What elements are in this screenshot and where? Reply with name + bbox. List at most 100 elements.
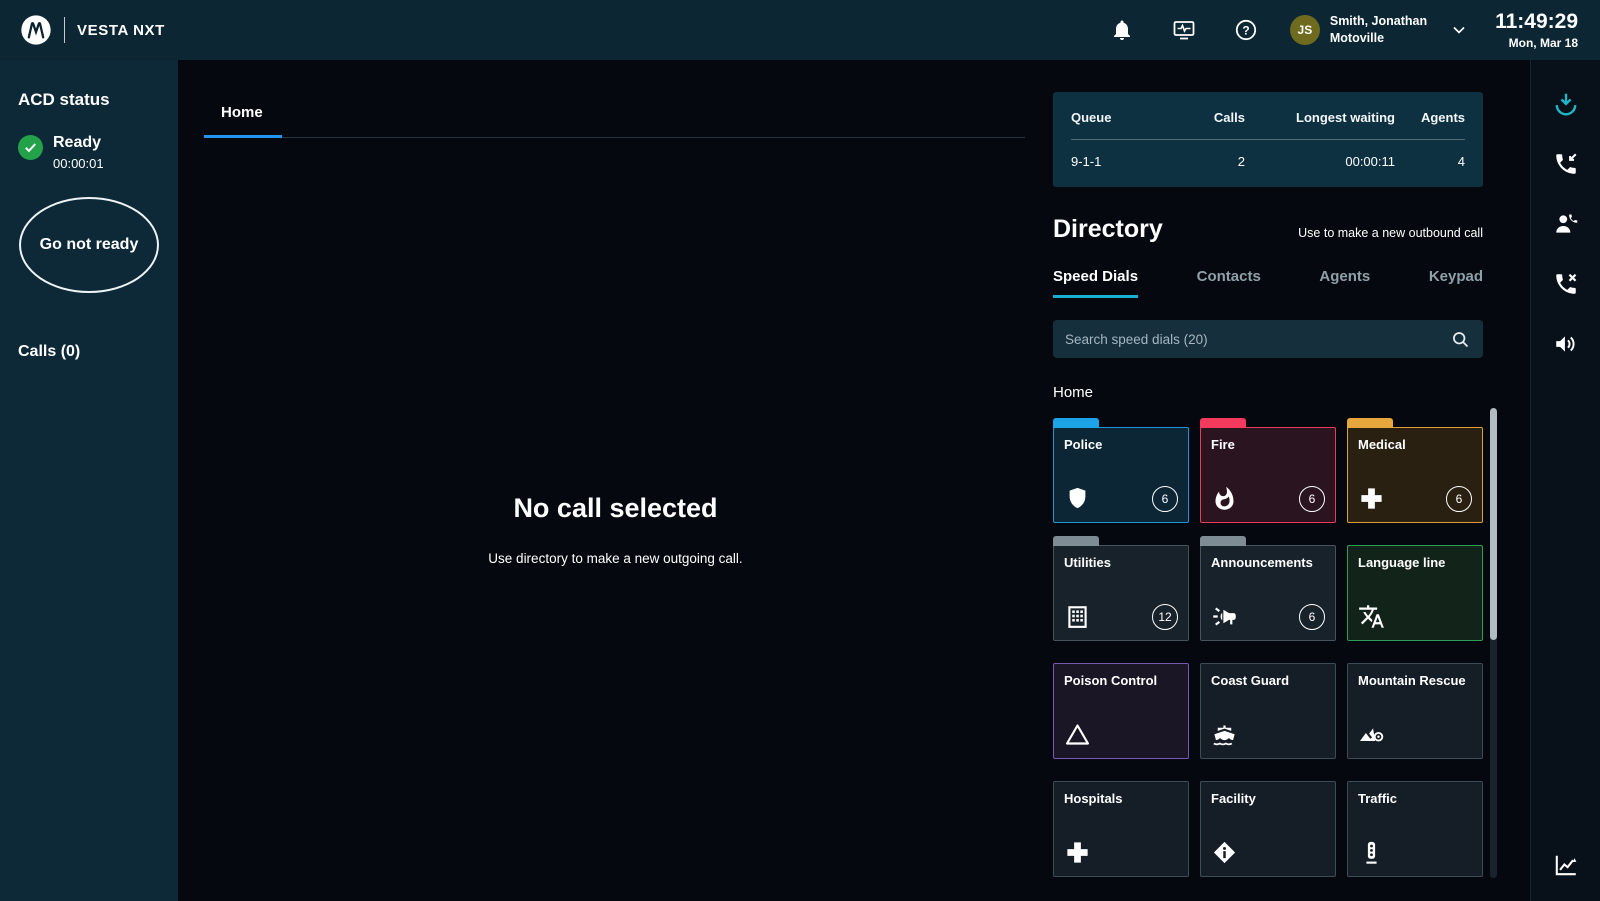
speed-dial-tile[interactable]: Coast Guard	[1200, 663, 1336, 759]
directory-scrollbar[interactable]	[1490, 408, 1497, 878]
speed-dial-tile[interactable]: Utilities12	[1053, 545, 1189, 641]
speed-dial-tile[interactable]: Hospitals	[1053, 781, 1189, 877]
queue-header-queue: Queue	[1071, 109, 1179, 126]
chevron-down-icon[interactable]	[1449, 20, 1469, 40]
tile-bottom	[1358, 721, 1472, 748]
right-toolbar	[1530, 60, 1600, 901]
speed-dial-tile[interactable]: Poison Control	[1053, 663, 1189, 759]
speed-dial-cell-medical: Medical6	[1347, 417, 1483, 523]
check-icon	[23, 140, 38, 155]
agent-call-button[interactable]	[1544, 202, 1588, 246]
directory-tab-keypad[interactable]: Keypad	[1429, 268, 1483, 298]
police-shield-icon	[1064, 485, 1091, 512]
incoming-call-button[interactable]	[1544, 142, 1588, 186]
queue-headers: QueueCallsLongest waitingAgents	[1071, 109, 1465, 126]
speed-dial-cell-poison-control: Poison Control	[1053, 653, 1189, 759]
queue-divider	[1071, 139, 1465, 140]
scrollbar-thumb[interactable]	[1490, 408, 1497, 640]
boat-icon	[1211, 721, 1238, 748]
tile-label: Announcements	[1211, 556, 1325, 571]
notifications-button[interactable]	[1108, 16, 1136, 44]
queue-summary-card: QueueCallsLongest waitingAgents 9-1-1200…	[1053, 92, 1483, 187]
speed-dial-cell-fire: Fire6	[1200, 417, 1336, 523]
wallboard-button[interactable]	[1170, 16, 1198, 44]
folder-tab	[1200, 418, 1246, 428]
warning-triangle-icon	[1064, 721, 1091, 748]
speed-dial-tile[interactable]: Police6	[1053, 427, 1189, 523]
top-bar: VESTA NXT ? JS Smith, Jonathan Motoville…	[0, 0, 1600, 60]
user-menu[interactable]: JS Smith, Jonathan Motoville	[1290, 13, 1469, 47]
speed-dial-search[interactable]	[1053, 320, 1483, 358]
tile-count-badge: 6	[1299, 486, 1325, 512]
tile-count-badge: 12	[1152, 604, 1178, 630]
go-not-ready-button[interactable]: Go not ready	[19, 197, 159, 293]
directory-header: Directory Use to make a new outbound cal…	[1053, 215, 1483, 244]
speed-dial-section-label: Home	[1053, 384, 1530, 401]
speed-dial-cell-traffic: Traffic	[1347, 771, 1483, 877]
directory-tab-contacts[interactable]: Contacts	[1197, 268, 1261, 298]
queue-row[interactable]: 9-1-1200:00:114	[1071, 153, 1465, 170]
calls-count-label: Calls (0)	[18, 343, 160, 361]
tile-label: Coast Guard	[1211, 674, 1325, 689]
volume-button[interactable]	[1544, 322, 1588, 366]
help-button[interactable]: ?	[1232, 16, 1260, 44]
tile-bottom	[1358, 839, 1472, 866]
tab-home-underline	[204, 135, 282, 138]
queue-cell: 4	[1395, 153, 1465, 170]
facility-diamond-icon	[1211, 839, 1238, 866]
speed-dial-grid: Police6Fire6Medical6Utilities12Announcem…	[1053, 417, 1483, 877]
svg-text:?: ?	[1242, 23, 1249, 37]
call-decline-icon	[1553, 271, 1579, 297]
tile-bottom	[1358, 603, 1472, 630]
tile-label: Poison Control	[1064, 674, 1178, 689]
translate-icon	[1358, 603, 1385, 630]
tile-label: Traffic	[1358, 792, 1472, 807]
speed-dial-tile[interactable]: Announcements 6	[1200, 545, 1336, 641]
tab-home[interactable]: Home	[204, 100, 263, 121]
workspace-tabrow: Home	[204, 100, 1025, 138]
queue-rows: 9-1-1200:00:114	[1071, 153, 1465, 170]
avatar: JS	[1290, 15, 1320, 45]
user-org: Motoville	[1330, 30, 1427, 47]
call-pickup-button[interactable]	[1544, 82, 1588, 126]
directory-title: Directory	[1053, 215, 1163, 244]
tile-label: Facility	[1211, 792, 1325, 807]
call-workspace: Home No call selected Use directory to m…	[178, 60, 1053, 901]
call-decline-button[interactable]	[1544, 262, 1588, 306]
acd-status-title: ACD status	[18, 90, 160, 110]
tile-label: Language line	[1358, 556, 1472, 571]
tile-bottom	[1064, 839, 1178, 866]
empty-state-hint: Use directory to make a new outgoing cal…	[488, 551, 742, 566]
clock: 11:49:29 Mon, Mar 18	[1495, 10, 1578, 49]
speed-dial-cell-announcements: Announcements 6	[1200, 535, 1336, 641]
empty-state: No call selected Use directory to make a…	[178, 138, 1053, 901]
agent-call-icon	[1553, 211, 1579, 237]
queue-header-longest-waiting: Longest waiting	[1245, 109, 1395, 126]
report-stats-button[interactable]	[1544, 843, 1588, 887]
directory-tab-speed-dials[interactable]: Speed Dials	[1053, 268, 1138, 298]
building-icon	[1064, 603, 1091, 630]
tile-label: Hospitals	[1064, 792, 1178, 807]
acd-state-label: Ready	[53, 134, 104, 152]
acd-state-timer: 00:00:01	[53, 156, 104, 171]
clock-time: 11:49:29	[1495, 10, 1578, 33]
tile-count-badge: 6	[1299, 604, 1325, 630]
folder-tab	[1347, 418, 1393, 428]
ready-check-icon	[18, 135, 43, 160]
speed-dial-cell-police: Police6	[1053, 417, 1189, 523]
clock-date: Mon, Mar 18	[1495, 36, 1578, 50]
directory-tab-agents[interactable]: Agents	[1319, 268, 1370, 298]
speed-dial-tile[interactable]: Language line	[1347, 545, 1483, 641]
folder-tab	[1053, 418, 1099, 428]
search-icon[interactable]	[1450, 329, 1471, 350]
search-input[interactable]	[1065, 332, 1450, 347]
speed-dial-tile[interactable]: Fire6	[1200, 427, 1336, 523]
speed-dial-tile[interactable]: Facility	[1200, 781, 1336, 877]
empty-state-title: No call selected	[513, 493, 717, 524]
speed-dial-tile[interactable]: Mountain Rescue	[1347, 663, 1483, 759]
brand-title: VESTA NXT	[77, 22, 165, 39]
speed-dial-tile[interactable]: Traffic	[1347, 781, 1483, 877]
bell-icon	[1110, 18, 1134, 42]
speed-dial-tile[interactable]: Medical6	[1347, 427, 1483, 523]
queue-cell: 00:00:11	[1245, 153, 1395, 170]
